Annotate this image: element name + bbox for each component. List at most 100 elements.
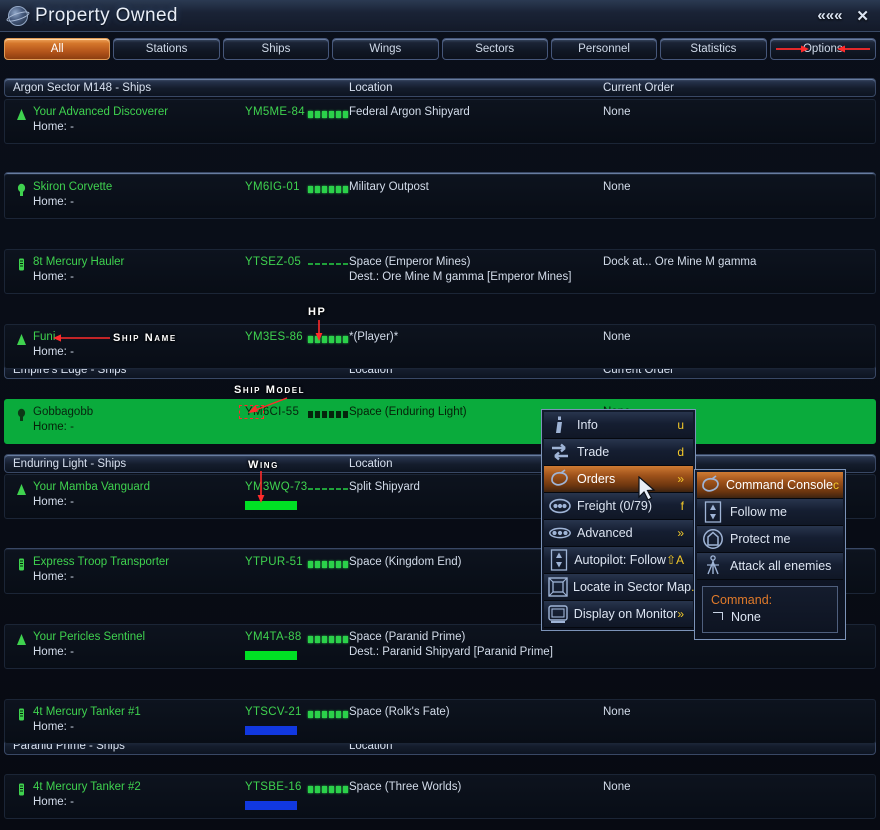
tab-personnel[interactable]: Personnel (550, 38, 658, 60)
tab-stations[interactable]: Stations (113, 38, 220, 60)
annotation-hp-arrow (315, 320, 323, 341)
tab-wings[interactable]: Wings (332, 38, 439, 60)
tab-statistics[interactable]: Statistics (660, 38, 767, 60)
orders-icon (547, 468, 573, 490)
table-row[interactable]: Funi Home: - YM3ES-86 *(Player)* None (4, 324, 876, 369)
ship-corvette-icon (16, 408, 27, 421)
ship-name[interactable]: Your Advanced Discoverer (33, 106, 168, 118)
window-controls: ««« ✕ (817, 7, 880, 25)
ship-id: YTPUR-51 (245, 556, 303, 568)
ship-name[interactable]: 4t Mercury Tanker #1 (33, 706, 141, 718)
tab-label: Ships (261, 43, 291, 55)
table-row[interactable]: Your Advanced Discoverer Home: - YM5ME-84 F… (4, 99, 876, 144)
hp-bar (308, 411, 349, 418)
menu-item-advanced[interactable]: Advanced » (544, 520, 693, 547)
ship-name[interactable]: Express Troop Transporter (33, 556, 169, 568)
ship-name[interactable]: 8t Mercury Hauler (33, 256, 124, 268)
tab-ships[interactable]: Ships (222, 38, 330, 60)
ship-location: Military Outpost (349, 181, 429, 193)
hp-bar (308, 111, 349, 118)
ship-name[interactable]: Your Mamba Vanguard (33, 481, 150, 493)
annotation-wing-label: Wing (248, 459, 280, 471)
menu-item-hotkey: » (677, 472, 684, 486)
group-header[interactable]: Argon Sector M148 - Ships Location Current… (4, 78, 876, 97)
menu-item-label: Follow me (730, 505, 787, 519)
ship-order: None (603, 706, 631, 718)
tab-options[interactable]: Options (769, 38, 876, 60)
property-owned-window: Property Owned ««« ✕ All Stations Ships Win… (0, 0, 880, 830)
menu-item-autopilot-follow[interactable]: Autopilot: Follow ⇧A (544, 547, 693, 574)
ship-location: Space (Kingdom End) (349, 556, 462, 568)
menu-item-command-console[interactable]: Command Console c (697, 472, 843, 499)
ship-name[interactable]: Gobbagobb (33, 406, 93, 418)
ship-order: None (603, 331, 631, 343)
ship-name[interactable]: Skiron Corvette (33, 181, 112, 193)
command-value: None (711, 610, 829, 624)
menu-item-hotkey: » (677, 607, 684, 621)
menu-item-hotkey: c (833, 478, 839, 492)
orders-submenu[interactable]: Command Console c Follow me Protect me Attac… (694, 469, 846, 640)
menu-item-info[interactable]: Info u (544, 412, 693, 439)
title-bar: Property Owned ««« ✕ (0, 0, 880, 32)
ship-name[interactable]: 4t Mercury Tanker #2 (33, 781, 141, 793)
hp-bar (308, 711, 349, 718)
table-row[interactable]: Skiron Corvette Home: - YM6IG-01 Military O… (4, 174, 876, 219)
menu-item-follow-me[interactable]: Follow me (697, 499, 843, 526)
menu-item-label: Display on Monitor (573, 607, 678, 621)
table-row[interactable]: 4t Mercury Tanker #2 Home: - YTSBE-16 Space… (4, 774, 876, 819)
close-icon[interactable]: ✕ (856, 7, 869, 25)
menu-item-display-on-monitor[interactable]: Display on Monitor» (544, 601, 693, 628)
ship-home: Home: - (33, 271, 74, 283)
menu-item-freight-0-79-[interactable]: Freight (0/79) f (544, 493, 693, 520)
table-row[interactable]: 4t Mercury Tanker #1 Home: - YTSCV-21 Space… (4, 699, 876, 744)
ship-name[interactable]: Your Pericles Sentinel (33, 631, 145, 643)
annotation-ship-model-label: Ship Model (234, 384, 306, 396)
table-row[interactable]: 8t Mercury Hauler Home: - YTSEZ-05 Space (E… (4, 249, 876, 294)
autopilot-icon (547, 549, 570, 571)
menu-item-label: Advanced (577, 526, 633, 540)
ship-id: YTSEZ-05 (245, 256, 302, 268)
menu-item-label: Command Console (726, 478, 833, 492)
info-icon (547, 414, 573, 436)
menu-item-label: Trade (577, 445, 610, 459)
ship-destination: Dest.: Paranid Shipyard [Paranid Prime] (349, 646, 553, 658)
menu-item-hotkey: f (680, 499, 684, 513)
annotation-ship-model-box (239, 405, 264, 419)
hp-bar (308, 561, 349, 568)
menu-item-hotkey: » (677, 526, 684, 540)
menu-item-label: Protect me (730, 532, 791, 546)
ship-freighter-icon (16, 258, 27, 271)
column-header-order: Current Order (603, 81, 674, 94)
protect-icon (700, 528, 726, 550)
ship-id: YM3ES-86 (245, 331, 304, 343)
hp-bar (308, 636, 349, 643)
ship-location: Space (Rolk's Fate) (349, 706, 450, 718)
menu-item-protect-me[interactable]: Protect me (697, 526, 843, 553)
tab-sectors[interactable]: Sectors (441, 38, 548, 60)
trade-arrows-icon (547, 441, 573, 463)
menu-item-orders[interactable]: Orders » (544, 466, 693, 493)
ship-order: None (603, 106, 631, 118)
hp-bar (308, 486, 349, 493)
autopilot-icon (700, 501, 726, 523)
menu-item-label: Attack all enemies (730, 559, 832, 573)
menu-item-locate-in-sector-map[interactable]: Locate in Sector Map. (544, 574, 694, 601)
tab-all[interactable]: All (4, 38, 111, 60)
context-menu[interactable]: Info u Trade d Orders » Freight (0/79) f Advance… (541, 409, 696, 631)
table-row[interactable]: Gobbagobb Home: - YM6CI-55 Space (Enduring … (4, 399, 876, 444)
column-header-location: Location (349, 81, 393, 94)
ship-triangle-icon (16, 633, 27, 646)
ship-id: YTSCV-21 (245, 706, 302, 718)
menu-item-attack-all-enemies[interactable]: Attack all enemies (697, 553, 843, 580)
menu-item-label: Autopilot: Follow (574, 553, 666, 567)
ship-home: Home: - (33, 496, 74, 508)
tab-label: Statistics (690, 43, 737, 55)
collapse-icon[interactable]: ««« (817, 7, 842, 24)
menu-item-trade[interactable]: Trade d (544, 439, 693, 466)
ship-id: YM4TA-88 (245, 631, 302, 643)
tab-label: Sectors (475, 43, 515, 55)
ship-home: Home: - (33, 646, 74, 658)
tab-bar: All Stations Ships Wings Sectors Personnel Sta… (4, 38, 876, 60)
group-title: Argon Sector M148 - Ships (13, 81, 152, 94)
ship-triangle-icon (16, 333, 27, 346)
